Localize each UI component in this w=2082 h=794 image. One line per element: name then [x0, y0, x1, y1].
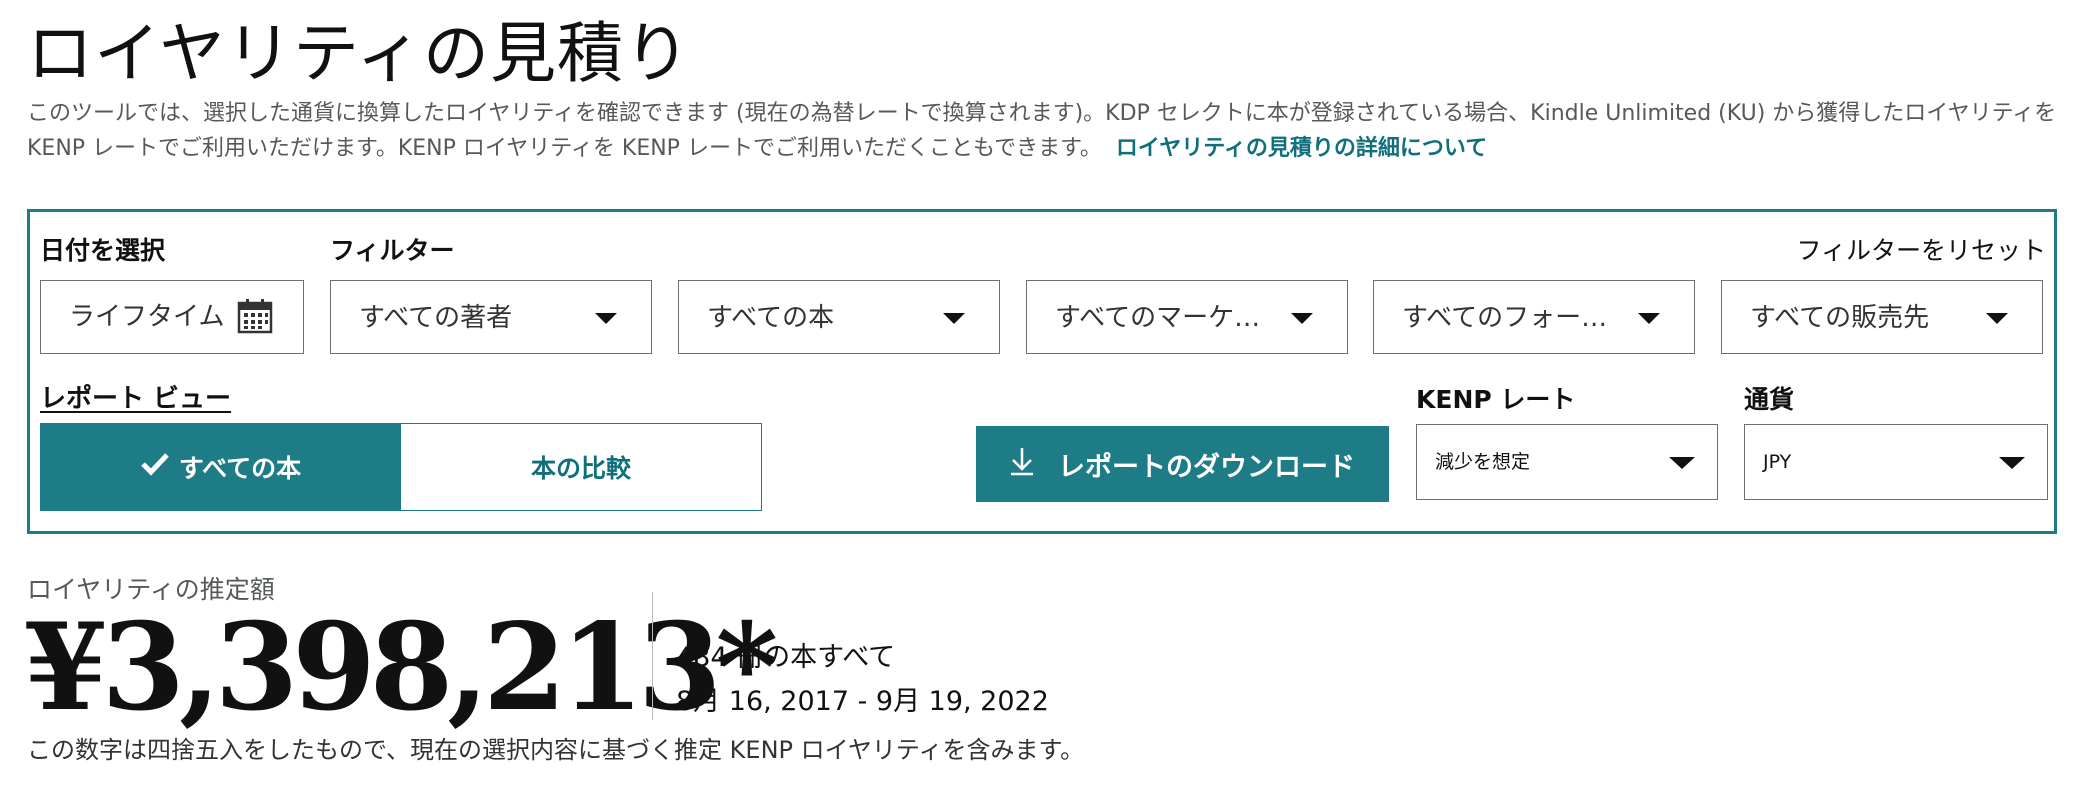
page-title: ロイヤリティの見積り: [27, 15, 692, 92]
all-books-label: すべての本: [178, 454, 302, 483]
description-text: このツールでは、選択した通貨に換算したロイヤリティを確認できます (現在の為替レ…: [27, 101, 2057, 161]
compare-books-button[interactable]: 本の比較: [401, 424, 761, 510]
date-label: 日付を選択: [40, 236, 166, 265]
seller-dropdown-value: すべての販売先: [1750, 303, 1930, 333]
book-dropdown-value: すべての本: [707, 303, 835, 333]
caret-down-icon: [1638, 313, 1660, 324]
summary-divider: [652, 592, 653, 720]
rounding-note: この数字は四捨五入をしたもので、現在の選択内容に基づく推定 KENP ロイヤリテ…: [27, 736, 1085, 764]
kenp-rate-label: KENP レート: [1416, 385, 1576, 414]
reset-filters-link[interactable]: フィルターをリセット: [1796, 236, 2046, 266]
caret-down-icon: [943, 313, 965, 324]
caret-down-icon: [1291, 313, 1313, 324]
date-range: 8月 16, 2017 - 9月 19, 2022: [676, 686, 1049, 717]
book-dropdown[interactable]: すべての本: [678, 280, 1000, 354]
page-description: このツールでは、選択した通貨に換算したロイヤリティを確認できます (現在の為替レ…: [27, 96, 2057, 166]
currency-label: 通貨: [1744, 385, 1795, 414]
caret-down-icon: [595, 313, 617, 324]
kenp-rate-select[interactable]: 減少を想定: [1416, 424, 1718, 500]
check-icon: [141, 452, 169, 482]
books-count: 484 冊の本すべて: [676, 642, 896, 673]
caret-down-icon: [1669, 457, 1695, 469]
author-dropdown-value: すべての著者: [359, 303, 513, 333]
author-dropdown[interactable]: すべての著者: [330, 280, 652, 354]
download-report-label: レポートのダウンロード: [1058, 451, 1355, 483]
filter-panel: 日付を選択 フィルター フィルターをリセット ライフタイム すべての著者 すべて…: [27, 209, 2057, 534]
learn-more-link[interactable]: ロイヤリティの見積りの詳細について: [1116, 136, 1487, 161]
compare-books-label: 本の比較: [530, 454, 631, 483]
currency-select[interactable]: JPY: [1744, 424, 2048, 500]
date-value: ライフタイム: [69, 302, 225, 332]
seller-dropdown[interactable]: すべての販売先: [1721, 280, 2043, 354]
all-books-button[interactable]: すべての本: [41, 424, 401, 510]
currency-value: JPY: [1763, 451, 1792, 473]
format-dropdown-value: すべてのフォー…: [1402, 303, 1608, 333]
download-report-button[interactable]: レポートのダウンロード: [976, 426, 1389, 502]
download-icon: [1010, 446, 1034, 483]
report-view-label[interactable]: レポート ビュー: [40, 383, 231, 415]
filter-label: フィルター: [330, 236, 455, 265]
format-dropdown[interactable]: すべてのフォー…: [1373, 280, 1695, 354]
calendar-icon: [237, 298, 273, 338]
marketplace-dropdown-value: すべてのマーケ…: [1055, 303, 1261, 333]
caret-down-icon: [1986, 313, 2008, 324]
date-picker[interactable]: ライフタイム: [40, 280, 304, 354]
kenp-rate-value: 減少を想定: [1435, 451, 1531, 473]
marketplace-dropdown[interactable]: すべてのマーケ…: [1026, 280, 1348, 354]
caret-down-icon: [1999, 457, 2025, 469]
report-view-toggle: すべての本 本の比較: [40, 423, 762, 511]
royalty-amount: ¥3,398,213*: [24, 597, 778, 738]
